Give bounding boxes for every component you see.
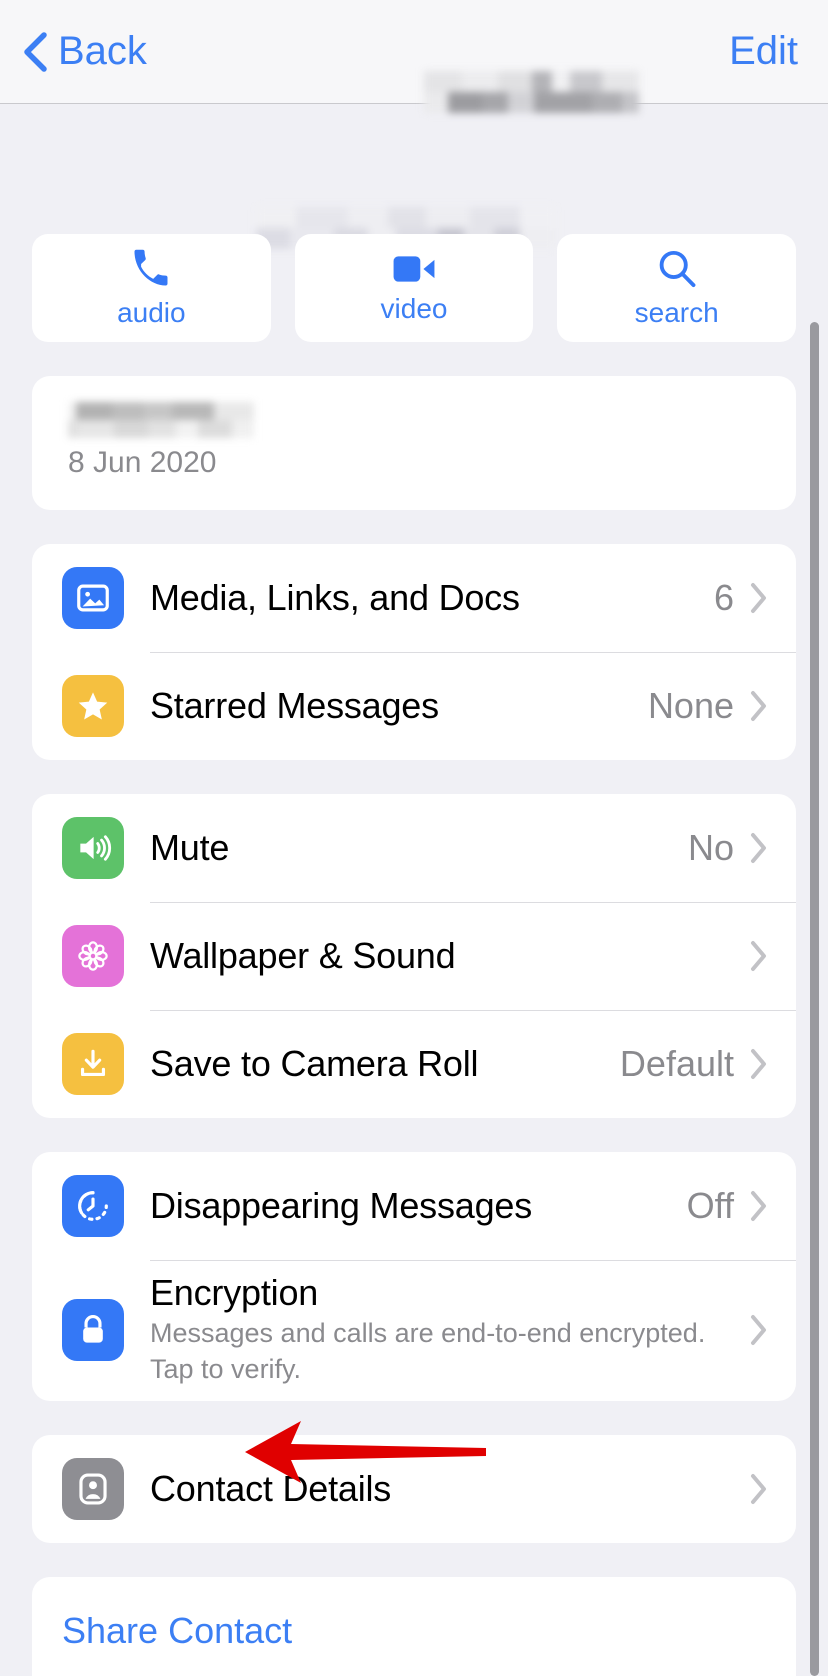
row-mute[interactable]: Mute No [32,794,796,902]
row-contact-details[interactable]: Contact Details [32,1435,796,1543]
row-value: None [647,685,734,726]
chevron-right-icon [751,691,766,721]
section-privacy: Disappearing Messages Off Encryption Mes… [32,1152,796,1402]
navigation-bar: Back Edit [0,0,828,113]
audio-call-button[interactable]: audio [32,234,271,342]
chevron-right-icon [751,1049,766,1079]
content-area: audio video search 8 Jun 2020 Media, Lin… [0,146,828,1676]
row-label: Save to Camera Roll [150,1043,479,1084]
section-preferences: Mute No Wallpaper & Sound Save to Camera… [32,794,796,1118]
phone-number-redacted [68,402,254,438]
search-label: search [634,297,719,328]
share-contact-button[interactable]: Share Contact [32,1577,796,1676]
row-value: 6 [713,577,734,618]
row-label: Starred Messages [150,685,439,726]
lock-icon [62,1298,124,1361]
row-value: No [687,827,734,868]
row-wallpaper-and-sound[interactable]: Wallpaper & Sound [32,902,796,1010]
chevron-right-icon [751,1314,766,1345]
section-media: Media, Links, and Docs 6 Starred Message… [32,544,796,760]
whatsapp-contact-info-screen: Back Edit audio video search 8 Jun 2020 … [0,0,828,1676]
row-disappearing-messages[interactable]: Disappearing Messages Off [32,1152,796,1260]
section-chat-actions: Share Contact Export Chat Clear Chat [32,1577,796,1676]
timer-icon [62,1175,124,1237]
row-media-links-docs[interactable]: Media, Links, and Docs 6 [32,544,796,652]
row-starred-messages[interactable]: Starred Messages None [32,652,796,760]
edit-button[interactable]: Edit [729,29,798,74]
row-save-to-camera-roll[interactable]: Save to Camera Roll Default [32,1010,796,1118]
chevron-left-icon [24,31,47,72]
vertical-scrollbar[interactable] [810,322,819,1676]
back-label: Back [58,29,147,73]
chevron-right-icon [751,833,766,863]
chevron-right-icon [751,1474,766,1505]
audio-call-label: audio [117,297,186,328]
star-icon [62,675,124,737]
search-icon [659,250,696,288]
chevron-right-icon [751,583,766,613]
row-encryption[interactable]: Encryption Messages and calls are end-to… [32,1260,796,1401]
download-icon [62,1033,124,1095]
phone-icon [134,249,168,286]
row-label: Encryption [150,1272,319,1313]
contact-date: 8 Jun 2020 [68,446,217,479]
section-contact-details: Contact Details [32,1435,796,1544]
row-value: Off [686,1185,734,1226]
video-call-button[interactable]: video [294,234,534,342]
flower-icon [62,925,124,987]
contact-phone-card[interactable]: 8 Jun 2020 [32,376,796,510]
row-label: Disappearing Messages [150,1185,533,1226]
speaker-icon [62,817,124,879]
row-subtitle: Messages and calls are end-to-end encryp… [150,1318,706,1384]
back-button[interactable]: Back [22,29,147,74]
contact-name-redacted [423,70,639,113]
chevron-right-icon [751,941,766,971]
person-icon [62,1458,124,1521]
search-button[interactable]: search [557,234,797,342]
row-label: Contact Details [150,1468,392,1510]
video-camera-icon [393,256,435,282]
photo-icon [62,567,124,629]
quick-actions-row: audio video search [32,146,797,342]
chevron-right-icon [751,1191,766,1221]
row-label: Media, Links, and Docs [150,577,520,618]
row-label: Wallpaper & Sound [150,935,456,976]
row-value: Default [619,1043,734,1084]
video-call-label: video [380,293,448,324]
row-label: Mute [150,827,230,868]
